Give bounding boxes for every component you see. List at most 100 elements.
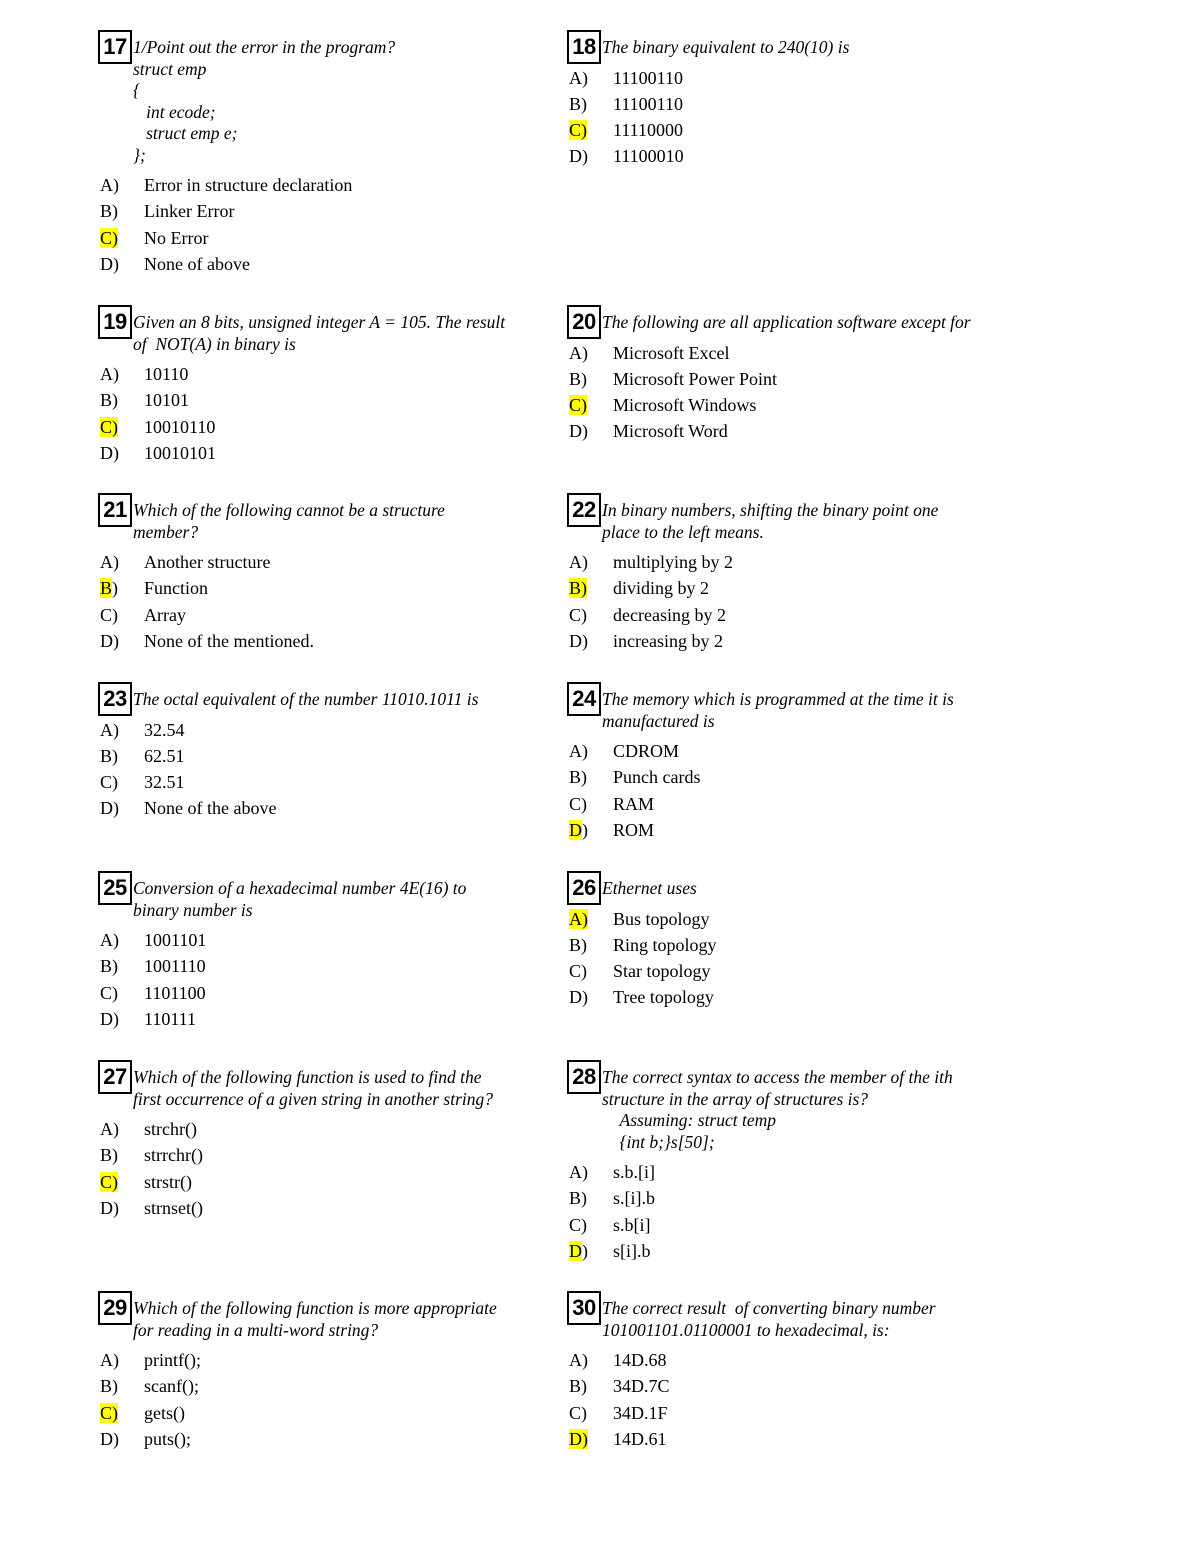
option-label: D) <box>569 630 588 651</box>
option-label: D) <box>100 1008 119 1029</box>
question-number-box: 21 <box>98 493 132 527</box>
option-label: A) <box>100 1119 119 1139</box>
question-stem: The memory which is programmed at the ti… <box>602 689 954 731</box>
option-text: strchr() <box>144 1119 197 1139</box>
option-text: strrchr() <box>144 1145 203 1166</box>
option-text: ROM <box>613 819 655 840</box>
question-stem: The following are all application softwa… <box>602 312 971 332</box>
option-label: D) <box>100 253 119 274</box>
option-row: C) 34D.1F <box>567 1400 1007 1426</box>
option-label: B) <box>569 368 587 389</box>
option-text: s.b.[i] <box>613 1162 655 1182</box>
option-label: D) <box>100 442 119 463</box>
option-label: C) <box>100 982 118 1003</box>
option-label: C) <box>569 961 587 982</box>
option-text: Ring topology <box>613 934 717 955</box>
question-stem: The correct result of converting binary … <box>602 1298 936 1340</box>
options-list: A) 32.54 B) 62.51 C) 32.51 D) None of the above <box>98 717 538 822</box>
option-row: C) decreasing by 2 <box>567 602 1007 628</box>
option-text: 14D.68 <box>613 1350 667 1370</box>
option-label: B) <box>100 201 118 222</box>
question-number-box: 20 <box>567 305 601 339</box>
question-25: 25 Conversion of a hexadecimal number 4E(… <box>98 871 538 1032</box>
option-label: A) <box>569 552 588 572</box>
option-text: strstr() <box>144 1171 192 1192</box>
option-text: puts(); <box>144 1428 191 1449</box>
answer-highlight: D <box>569 819 582 840</box>
option-row: D) 110111 <box>98 1006 538 1032</box>
question-stem: Which of the following cannot be a struc… <box>133 500 445 542</box>
option-label: A) <box>100 1350 119 1370</box>
question-23: 23 The octal equivalent of the number 110… <box>98 682 538 822</box>
option-row: D) ROM <box>567 817 1007 843</box>
option-row: A) s.b.[i] <box>567 1159 1007 1185</box>
option-text: Function <box>144 578 209 599</box>
option-label: D) <box>100 630 119 651</box>
answer-highlight: B <box>100 578 113 599</box>
option-row: B) 11100110 <box>567 91 1007 117</box>
option-text: 1001110 <box>144 956 206 977</box>
question-27: 27 Which of the following function is use… <box>98 1060 538 1221</box>
option-text: 34D.1F <box>613 1402 668 1423</box>
option-row: D) Tree topology <box>567 984 1007 1010</box>
question-19: 19 Given an 8 bits, unsigned integer A = … <box>98 305 538 466</box>
option-label: A) <box>100 719 119 740</box>
option-text: None of the above <box>144 798 277 819</box>
question-stem: In binary numbers, shifting the binary p… <box>602 500 939 542</box>
option-row: A) Bus topology <box>567 906 1007 932</box>
options-list: A) strchr() B) strrchr() C) strstr() D) strnset… <box>98 1116 538 1221</box>
question-number-box: 22 <box>567 493 601 527</box>
option-label: B) <box>569 93 587 114</box>
question-22: 22 In binary numbers, shifting the binary… <box>567 493 1007 654</box>
option-label: A) <box>100 364 119 384</box>
option-row: B) Ring topology <box>567 932 1007 958</box>
option-row: C) gets() <box>98 1400 538 1426</box>
option-label: C) <box>567 392 613 418</box>
option-row: C) No Error <box>98 225 538 251</box>
option-row: C) 11110000 <box>567 117 1007 143</box>
question-number-box: 24 <box>567 682 601 716</box>
option-row: B) Punch cards <box>567 764 1007 790</box>
question-20: 20 The following are all application soft… <box>567 305 1007 445</box>
option-row: A) Microsoft Excel <box>567 340 1007 366</box>
question-17: 17 1/Point out the error in the program? … <box>98 30 538 277</box>
option-row: A) Another structure <box>98 549 538 575</box>
option-label: D) <box>100 1428 119 1449</box>
option-text: printf(); <box>144 1350 201 1370</box>
option-text: dividing by 2 <box>613 578 710 599</box>
answer-highlight: C) <box>100 1171 118 1192</box>
option-row: A) 32.54 <box>98 717 538 743</box>
option-label: B) <box>569 767 587 788</box>
option-label: B) <box>100 956 118 977</box>
answer-highlight: D <box>569 1240 582 1261</box>
option-row: D) 14D.61 <box>567 1426 1007 1452</box>
option-text: Microsoft Word <box>613 421 728 442</box>
question-stem: Which of the following function is used … <box>133 1067 494 1109</box>
answer-highlight: B) <box>569 578 587 599</box>
option-label: A) <box>100 552 119 572</box>
option-label: B) <box>100 390 118 411</box>
option-row: C) Star topology <box>567 958 1007 984</box>
option-label: B) <box>567 575 613 601</box>
option-row: C) 32.51 <box>98 769 538 795</box>
answer-highlight: C) <box>569 395 587 416</box>
option-label: D) <box>567 1426 613 1452</box>
option-row: B) strrchr() <box>98 1142 538 1168</box>
option-row: A) CDROM <box>567 738 1007 764</box>
option-row: C) strstr() <box>98 1169 538 1195</box>
option-row: C) 1101100 <box>98 980 538 1006</box>
option-text: 11100110 <box>613 67 683 88</box>
option-row: A) 10110 <box>98 361 538 387</box>
option-row: D) strnset() <box>98 1195 538 1221</box>
option-label: C) <box>98 1169 144 1195</box>
option-label: A) <box>567 906 613 932</box>
options-list: A) 14D.68 B) 34D.7C C) 34D.1F D) 14D.61 <box>567 1347 1007 1452</box>
options-list: A) 11100110 B) 11100110 C) 11110000 D) 11100010 <box>567 65 1007 170</box>
question-stem: Conversion of a hexadecimal number 4E(16… <box>133 878 467 920</box>
option-label: B) <box>569 934 587 955</box>
question-29: 29 Which of the following function is mor… <box>98 1291 538 1452</box>
option-row: B) 1001110 <box>98 953 538 979</box>
option-text: Microsoft Windows <box>613 395 757 416</box>
option-row: B) dividing by 2 <box>567 575 1007 601</box>
option-label: A) <box>569 741 588 761</box>
